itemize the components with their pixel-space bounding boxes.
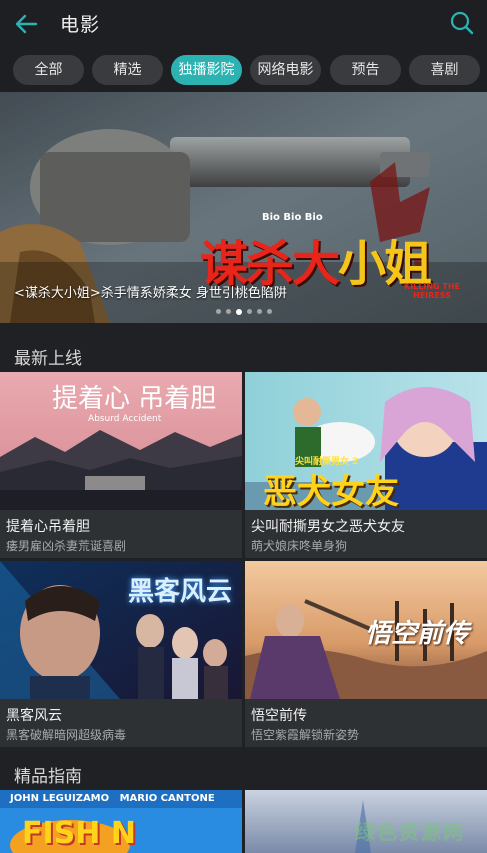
- tab-featured[interactable]: 精选: [92, 55, 163, 85]
- carousel-dot[interactable]: [226, 309, 231, 314]
- movie-poster: 提着心 吊着胆 Absurd Accident: [0, 372, 242, 510]
- movie-card[interactable]: 尖叫耐撕男女 2 恶犬女友 尖叫耐撕男女之恶犬女友 萌犬娘床咚单身狗: [245, 372, 487, 558]
- arrow-left-icon: [15, 14, 38, 34]
- banner-caption: <谋杀大小姐>杀手情系娇柔女 身世引桃色陷阱: [14, 286, 287, 301]
- carousel-dot-active[interactable]: [236, 308, 242, 315]
- search-icon: [450, 11, 474, 35]
- carousel-dot[interactable]: [267, 309, 272, 314]
- tab-exclusive-cinema[interactable]: 独播影院: [171, 55, 242, 85]
- tab-trailers[interactable]: 预告: [330, 55, 401, 85]
- tab-all[interactable]: 全部: [13, 55, 84, 85]
- carousel-dot[interactable]: [257, 309, 262, 314]
- movie-description: 痿男雇凶杀妻荒诞喜剧: [6, 539, 127, 553]
- carousel-dot[interactable]: [216, 309, 221, 314]
- movie-title: 尖叫耐撕男女之恶犬女友: [251, 519, 405, 535]
- poster-subtitle-art: Absurd Accident: [88, 414, 162, 424]
- tab-web-movies[interactable]: 网络电影: [250, 55, 321, 85]
- movie-card[interactable]: 提着心 吊着胆 Absurd Accident 提着心吊着胆 痿男雇凶杀妻荒诞喜…: [0, 372, 242, 558]
- section-title-guide: 精品指南: [14, 767, 82, 787]
- guide-poster-title: FISH N: [22, 816, 136, 851]
- category-tabs: 全部 精选 独播影院 网络电影 预告 喜剧: [0, 46, 487, 92]
- tab-comedy[interactable]: 喜剧: [409, 55, 480, 85]
- movie-card[interactable]: 悟空前传 悟空前传 悟空紫霞解锁新姿势: [245, 561, 487, 747]
- movie-card[interactable]: 黑客风云 黑客风云 黑客破解暗网超级病毒: [0, 561, 242, 747]
- section-title-latest: 最新上线: [14, 349, 82, 369]
- movie-description: 萌犬娘床咚单身狗: [251, 539, 348, 553]
- banner-art-tag: Bio Bio Bio: [262, 212, 323, 223]
- banner-carousel[interactable]: 谋杀大小姐 Bio Bio Bio KILLING THE HEIRESS <谋…: [0, 92, 487, 323]
- movie-description: 悟空紫霞解锁新姿势: [251, 728, 360, 742]
- movie-description: 黑客破解暗网超级病毒: [6, 728, 127, 742]
- poster-title-art: 提着心 吊着胆: [52, 384, 217, 414]
- poster-title-art: 恶犬女友: [263, 472, 399, 510]
- banner-art-subtitle: KILLING THE HEIRESS: [403, 282, 460, 300]
- page-title: 电影: [60, 14, 101, 36]
- top-bar: 电影: [0, 0, 487, 46]
- poster-title-art: 黑客风云: [128, 577, 233, 607]
- movie-poster: 尖叫耐撕男女 2 恶犬女友: [245, 372, 487, 510]
- guide-poster-names: JOHN LEGUIZAMO MARIO CANTONE: [10, 793, 215, 804]
- search-button[interactable]: [449, 10, 475, 36]
- carousel-dot[interactable]: [247, 309, 252, 314]
- movie-poster: 悟空前传: [245, 561, 487, 699]
- movie-title: 悟空前传: [251, 708, 307, 724]
- movie-title: 提着心吊着胆: [6, 519, 90, 535]
- movie-title: 黑客风云: [6, 708, 62, 724]
- back-button[interactable]: [12, 10, 40, 38]
- poster-title-art: 悟空前传: [365, 619, 470, 649]
- movie-poster: 黑客风云: [0, 561, 242, 699]
- guide-card[interactable]: JOHN LEGUIZAMO MARIO CANTONE FISH N: [0, 790, 242, 853]
- watermark: 绿色资源网: [355, 820, 465, 844]
